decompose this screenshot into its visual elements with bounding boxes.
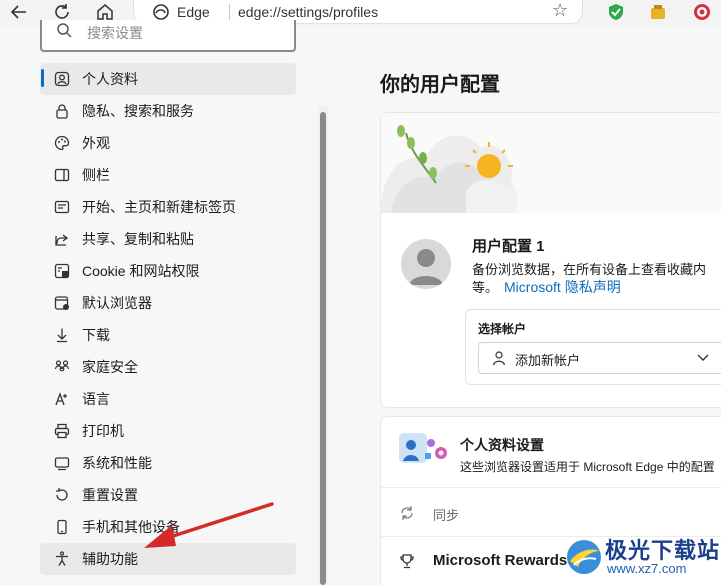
sidebar-item-downloads[interactable]: 下载 [40,319,296,351]
profile-card: 用户配置 1 备份浏览数据，在所有设备上查看收藏内 等。 Microsoft 隐私… [380,112,721,408]
reset-icon [51,484,73,506]
url-text[interactable]: edge://settings/profiles [238,4,378,20]
sidebar-item-default-browser[interactable]: 默认浏览器 [40,287,296,319]
settings-sidebar: 搜索设置 个人资料 隐私、搜索和服务 外观 侧栏 开始、主页和新建标签页 共享、… [0,20,330,585]
sidebar-item-family-safety[interactable]: 家庭安全 [40,351,296,383]
watermark-url: www.xz7.com [607,561,687,576]
download-icon [51,324,73,346]
sync-row[interactable]: 同步 [381,495,721,531]
printer-icon [51,420,73,442]
profile-settings-title: 个人资料设置 [460,437,544,453]
sidebar-icon [51,164,73,186]
cookie-icon [51,260,73,282]
sidebar-item-label: 个人资料 [82,71,138,87]
profile-description-end: 等。 [472,280,499,295]
sync-icon [399,505,415,526]
privacy-link[interactable]: Microsoft 隐私声明 [504,279,621,295]
account-selector-box: 选择帐户 添加新帐户 [465,309,721,385]
profile-banner-illustration [381,113,721,213]
sidebar-item-label: 辅助功能 [82,551,138,567]
sidebar-item-accessibility[interactable]: 辅助功能 [40,543,296,575]
home-icon [97,4,113,20]
sidebar-item-sidebar[interactable]: 侧栏 [40,159,296,191]
sidebar-item-start-home-newtab[interactable]: 开始、主页和新建标签页 [40,191,296,223]
sidebar-item-label: 外观 [82,135,110,151]
sidebar-item-cookies[interactable]: Cookie 和网站权限 [40,255,296,287]
browser-icon [51,292,73,314]
sidebar-item-label: Cookie 和网站权限 [82,263,200,279]
sidebar-item-printers[interactable]: 打印机 [40,415,296,447]
family-icon [51,356,73,378]
sidebar-item-label: 侧栏 [82,167,110,183]
search-placeholder: 搜索设置 [87,25,143,41]
sidebar-item-label: 隐私、搜索和服务 [82,103,194,119]
address-separator [229,4,230,20]
rewards-label: Microsoft Rewards [433,552,568,569]
account-dropdown[interactable]: 添加新帐户 [478,342,721,374]
page-title: 你的用户配置 [380,74,500,96]
profile-settings-row[interactable]: 个人资料设置 这些浏览器设置适用于 Microsoft Edge 中的配置 [381,417,721,479]
favorite-star-icon[interactable]: ☆ [552,0,568,21]
back-button[interactable] [6,1,32,23]
sidebar-item-reset[interactable]: 重置设置 [40,479,296,511]
sidebar-item-label: 语言 [82,391,110,407]
sidebar-item-phone-devices[interactable]: 手机和其他设备 [40,511,296,543]
avatar[interactable] [401,239,451,289]
language-icon [51,388,73,410]
sidebar-item-label: 家庭安全 [82,359,138,375]
site-label: Edge [177,4,210,20]
profile-name: 用户配置 1 [472,238,545,255]
profile-settings-subtitle: 这些浏览器设置适用于 Microsoft Edge 中的配置 [460,460,715,474]
settings-main: 你的用户配置 用户配置 1 备份浏览数据，在所有设备上查看收藏内 等。 Micr… [330,26,721,585]
account-label: 选择帐户 [478,322,527,336]
sidebar-item-share-copy-paste[interactable]: 共享、复制和粘贴 [40,223,296,255]
sidebar-item-label: 开始、主页和新建标签页 [82,199,236,215]
account-dropdown-value: 添加新帐户 [515,353,581,368]
divider [381,487,721,488]
sidebar-item-label: 系统和性能 [82,455,152,471]
trophy-icon [399,553,415,574]
shield-extension-icon[interactable] [606,2,626,22]
person-icon [491,350,507,371]
sidebar-item-languages[interactable]: 语言 [40,383,296,415]
sidebar-item-system[interactable]: 系统和性能 [40,447,296,479]
accessibility-icon [51,548,73,570]
profile-description: 备份浏览数据，在所有设备上查看收藏内 [472,262,707,277]
target-extension-icon[interactable] [692,2,712,22]
system-icon [51,452,73,474]
sidebar-item-appearance[interactable]: 外观 [40,127,296,159]
search-settings-input[interactable]: 搜索设置 [40,20,296,52]
profile-icon [51,68,73,90]
profile-settings-illustration-icon [397,431,449,472]
share-icon [51,228,73,250]
active-indicator [41,69,44,87]
lock-icon [51,100,73,122]
search-icon [56,22,72,43]
sidebar-item-profiles[interactable]: 个人资料 [40,63,296,95]
sidebar-item-privacy[interactable]: 隐私、搜索和服务 [40,95,296,127]
phone-icon [51,516,73,538]
back-arrow-icon [10,5,26,19]
sidebar-item-label: 打印机 [82,423,124,439]
sidebar-scrollbar-thumb[interactable] [320,112,326,585]
refresh-icon [55,4,69,19]
palette-icon [51,132,73,154]
profile-description-line2: 等。 Microsoft 隐私声明 [472,277,621,297]
sidebar-item-label: 手机和其他设备 [82,519,180,535]
chevron-down-icon [695,349,711,370]
sync-label: 同步 [433,508,460,523]
sidebar-item-label: 默认浏览器 [82,295,152,311]
sidebar-item-label: 共享、复制和粘贴 [82,231,194,247]
home-tabs-icon [51,196,73,218]
sidebar-item-label: 重置设置 [82,487,138,503]
bag-extension-icon[interactable] [648,2,668,22]
sidebar-item-label: 下载 [82,327,110,343]
